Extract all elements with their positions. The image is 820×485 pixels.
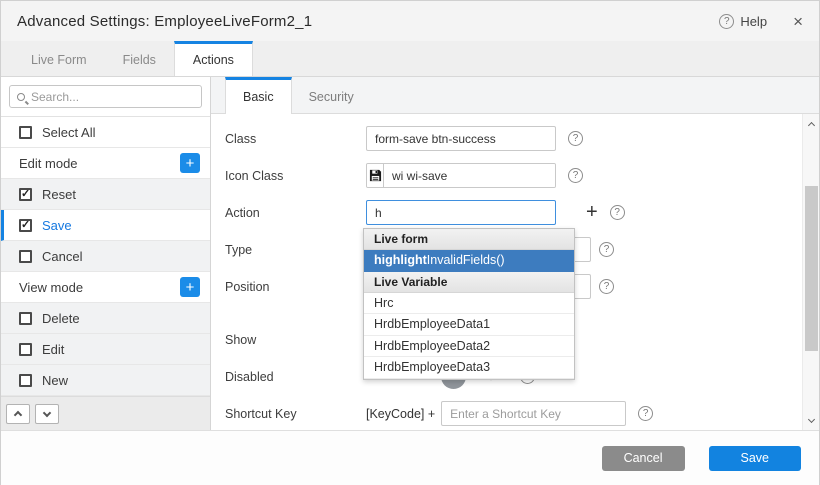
add-edit-mode-action-button[interactable] bbox=[180, 153, 200, 173]
shortcut-key-label: Shortcut Key bbox=[225, 407, 366, 421]
new-label: New bbox=[42, 373, 68, 388]
search-row bbox=[1, 77, 210, 117]
dropdown-group-live-form: Live form bbox=[364, 229, 574, 250]
reset-label: Reset bbox=[42, 187, 76, 202]
help-icon bbox=[719, 14, 734, 29]
move-down-button[interactable] bbox=[35, 404, 59, 424]
save-button[interactable]: Save bbox=[709, 446, 802, 471]
edit-checkbox[interactable] bbox=[19, 343, 32, 356]
shortcut-key-row: Shortcut Key [KeyCode] + bbox=[211, 395, 819, 432]
search-box[interactable] bbox=[9, 85, 202, 108]
chevron-up-icon bbox=[14, 411, 22, 419]
icon-class-input[interactable] bbox=[384, 164, 555, 187]
sidebar-item-edit[interactable]: Edit bbox=[1, 334, 210, 365]
actions-sidebar: Select All Edit mode Reset Save Cancel V… bbox=[1, 77, 211, 430]
tab-fields[interactable]: Fields bbox=[105, 41, 174, 76]
action-settings-panel: Basic Security Class Icon Class bbox=[211, 77, 819, 430]
match-text: highlight bbox=[374, 253, 427, 267]
panel-scrollbar[interactable] bbox=[802, 114, 819, 430]
delete-checkbox[interactable] bbox=[19, 312, 32, 325]
sidebar-item-reset[interactable]: Reset bbox=[1, 179, 210, 210]
dropdown-group-live-variable: Live Variable bbox=[364, 272, 574, 293]
dropdown-option-highlight-invalid-fields[interactable]: highlightInvalidFields() bbox=[364, 250, 574, 272]
title-bar: Advanced Settings: EmployeeLiveForm2_1 H… bbox=[1, 1, 819, 41]
class-label: Class bbox=[225, 132, 366, 146]
icon-class-help-icon[interactable] bbox=[568, 168, 583, 183]
type-help-icon[interactable] bbox=[599, 242, 614, 257]
icon-class-label: Icon Class bbox=[225, 169, 366, 183]
dialog-footer: Cancel Save bbox=[1, 431, 819, 485]
sidebar-item-select-all[interactable]: Select All bbox=[1, 117, 210, 148]
tab-actions[interactable]: Actions bbox=[174, 41, 253, 76]
reorder-bar bbox=[1, 396, 210, 430]
action-input[interactable] bbox=[366, 200, 556, 225]
dropdown-option-hrdbemployeedata2[interactable]: HrdbEmployeeData2 bbox=[364, 336, 574, 358]
edit-label: Edit bbox=[42, 342, 64, 357]
action-row: Action + bbox=[211, 194, 819, 231]
select-all-label: Select All bbox=[42, 125, 95, 140]
move-up-button[interactable] bbox=[6, 404, 30, 424]
dropdown-option-hrdbemployeedata3[interactable]: HrdbEmployeeData3 bbox=[364, 357, 574, 379]
scroll-up-icon[interactable] bbox=[803, 116, 820, 132]
save-floppy-icon bbox=[367, 164, 384, 187]
type-label: Type bbox=[225, 243, 366, 257]
dropdown-option-hrc[interactable]: Hrc bbox=[364, 293, 574, 315]
close-icon[interactable]: × bbox=[793, 13, 803, 30]
class-row: Class bbox=[211, 120, 819, 157]
shortcut-help-icon[interactable] bbox=[638, 406, 653, 421]
position-label: Position bbox=[225, 280, 366, 294]
help-button[interactable]: Help bbox=[719, 14, 767, 29]
disabled-label: Disabled bbox=[225, 370, 366, 384]
scrollbar-thumb[interactable] bbox=[805, 186, 818, 351]
sidebar-group-view-mode: View mode bbox=[1, 272, 210, 303]
sidebar-item-cancel[interactable]: Cancel bbox=[1, 241, 210, 272]
keycode-prefix: [KeyCode] + bbox=[366, 407, 435, 421]
chevron-down-icon bbox=[43, 408, 51, 416]
add-action-icon[interactable]: + bbox=[586, 201, 598, 224]
tab-live-form[interactable]: Live Form bbox=[13, 41, 105, 76]
view-mode-label: View mode bbox=[19, 280, 83, 295]
new-checkbox[interactable] bbox=[19, 374, 32, 387]
action-label: Action bbox=[225, 206, 366, 220]
search-icon bbox=[17, 93, 25, 101]
show-label: Show bbox=[225, 333, 366, 347]
help-label: Help bbox=[740, 14, 767, 29]
sidebar-group-edit-mode: Edit mode bbox=[1, 148, 210, 179]
edit-mode-label: Edit mode bbox=[19, 156, 78, 171]
tab-basic[interactable]: Basic bbox=[225, 77, 292, 114]
sidebar-item-new[interactable]: New bbox=[1, 365, 210, 396]
shortcut-key-input[interactable] bbox=[441, 401, 626, 426]
icon-class-row: Icon Class bbox=[211, 157, 819, 194]
dialog-body: Select All Edit mode Reset Save Cancel V… bbox=[1, 77, 819, 431]
tab-security[interactable]: Security bbox=[292, 77, 371, 113]
dropdown-option-hrdbemployeedata1[interactable]: HrdbEmployeeData1 bbox=[364, 314, 574, 336]
icon-class-group bbox=[366, 163, 556, 188]
scroll-down-icon[interactable] bbox=[803, 412, 820, 428]
cancel-label: Cancel bbox=[42, 249, 82, 264]
sidebar-item-save[interactable]: Save bbox=[1, 210, 210, 241]
reset-checkbox[interactable] bbox=[19, 188, 32, 201]
action-autocomplete-dropdown: Live form highlightInvalidFields() Live … bbox=[363, 228, 575, 380]
save-label: Save bbox=[42, 218, 72, 233]
sidebar-item-delete[interactable]: Delete bbox=[1, 303, 210, 334]
position-help-icon[interactable] bbox=[599, 279, 614, 294]
cancel-checkbox[interactable] bbox=[19, 250, 32, 263]
action-help-icon[interactable] bbox=[610, 205, 625, 220]
delete-label: Delete bbox=[42, 311, 80, 326]
select-all-checkbox[interactable] bbox=[19, 126, 32, 139]
cancel-button[interactable]: Cancel bbox=[602, 446, 685, 471]
rest-text: InvalidFields() bbox=[427, 253, 505, 267]
panel-tab-bar: Basic Security bbox=[211, 77, 819, 114]
dialog-title: Advanced Settings: EmployeeLiveForm2_1 bbox=[17, 13, 312, 30]
save-checkbox[interactable] bbox=[19, 219, 32, 232]
main-tab-bar: Live Form Fields Actions bbox=[1, 41, 819, 77]
class-input[interactable] bbox=[366, 126, 556, 151]
class-help-icon[interactable] bbox=[568, 131, 583, 146]
advanced-settings-dialog: Advanced Settings: EmployeeLiveForm2_1 H… bbox=[0, 0, 820, 485]
search-input[interactable] bbox=[31, 90, 181, 104]
add-view-mode-action-button[interactable] bbox=[180, 277, 200, 297]
